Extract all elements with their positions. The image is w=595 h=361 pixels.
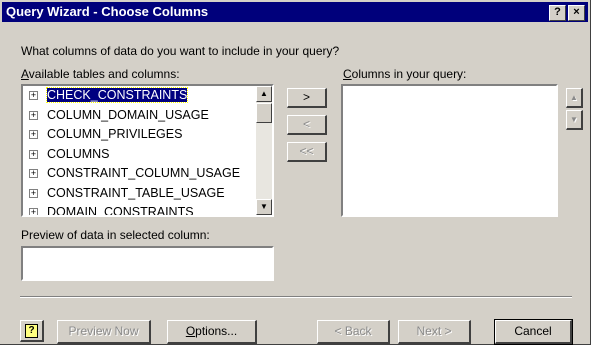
query-wizard-dialog: Query Wizard - Choose Columns ? × What c… xyxy=(0,0,591,345)
help-button[interactable]: ? xyxy=(20,320,44,342)
expand-plus-icon[interactable]: + xyxy=(29,91,38,100)
available-list-scrollbar[interactable]: ▲ ▼ xyxy=(256,86,272,215)
table-row[interactable]: + COLUMN_PRIVILEGES xyxy=(25,125,254,145)
table-name: CHECK_CONSTRAINTS xyxy=(45,87,189,103)
cancel-button[interactable]: Cancel xyxy=(494,319,573,345)
expand-plus-icon[interactable]: + xyxy=(29,169,38,178)
prompt-text: What columns of data do you want to incl… xyxy=(21,44,340,58)
table-row[interactable]: + CONSTRAINT_COLUMN_USAGE xyxy=(25,164,254,184)
remove-column-button[interactable]: < xyxy=(287,115,327,135)
table-name: COLUMN_DOMAIN_USAGE xyxy=(47,107,209,122)
move-down-arrow-icon[interactable]: ▼ xyxy=(566,110,583,130)
available-columns-label: Available tables and columns: xyxy=(21,67,180,81)
table-name: COLUMN_PRIVILEGES xyxy=(47,127,183,141)
table-name: CONSTRAINT_TABLE_USAGE xyxy=(47,185,225,200)
query-columns-label: Columns in your query: xyxy=(343,67,467,81)
table-row[interactable]: + COLUMN_DOMAIN_USAGE xyxy=(25,106,254,126)
table-row[interactable]: + CHECK_CONSTRAINTS xyxy=(25,86,254,106)
expand-plus-icon[interactable]: + xyxy=(29,188,38,198)
move-up-arrow-icon[interactable]: ▲ xyxy=(566,88,583,108)
help-question-icon: ? xyxy=(25,324,38,338)
table-name: DOMAIN_CONSTRAINTS xyxy=(47,205,194,215)
remove-all-columns-button[interactable]: << xyxy=(287,142,327,162)
options-button[interactable]: Options... xyxy=(167,320,257,344)
table-row[interactable]: + DOMAIN_CONSTRAINTS xyxy=(25,203,254,215)
expand-plus-icon[interactable]: + xyxy=(29,208,38,215)
available-columns-list[interactable]: + CHECK_CONSTRAINTS + COLUMN_DOMAIN_USAGE + C… xyxy=(21,84,274,217)
table-row[interactable]: + CONSTRAINT_TABLE_USAGE xyxy=(25,184,254,204)
close-button[interactable]: × xyxy=(568,5,585,21)
table-row[interactable]: + COLUMNS xyxy=(25,145,254,165)
expand-plus-icon[interactable]: + xyxy=(29,110,38,120)
query-columns-list[interactable] xyxy=(341,84,558,217)
back-button[interactable]: < Back xyxy=(317,320,390,344)
table-name: CONSTRAINT_COLUMN_USAGE xyxy=(47,166,241,180)
add-column-button[interactable]: > xyxy=(287,88,327,108)
preview-field[interactable] xyxy=(21,246,274,281)
scroll-down-arrow-icon[interactable]: ▼ xyxy=(256,199,272,215)
scroll-thumb[interactable] xyxy=(256,103,272,123)
title-bar: Query Wizard - Choose Columns ? × xyxy=(2,2,588,22)
table-name: COLUMNS xyxy=(47,146,110,161)
scroll-up-arrow-icon[interactable]: ▲ xyxy=(256,86,272,102)
next-button[interactable]: Next > xyxy=(398,320,471,344)
available-columns-tree: + CHECK_CONSTRAINTS + COLUMN_DOMAIN_USAGE + C… xyxy=(25,86,254,215)
help-title-button[interactable]: ? xyxy=(549,5,566,21)
preview-now-button[interactable]: Preview Now xyxy=(57,320,151,344)
window-title: Query Wizard - Choose Columns xyxy=(6,4,209,19)
expand-plus-icon[interactable]: + xyxy=(29,130,38,139)
expand-plus-icon[interactable]: + xyxy=(29,149,38,159)
preview-label: Preview of data in selected column: xyxy=(21,228,210,242)
footer-separator xyxy=(20,296,572,298)
